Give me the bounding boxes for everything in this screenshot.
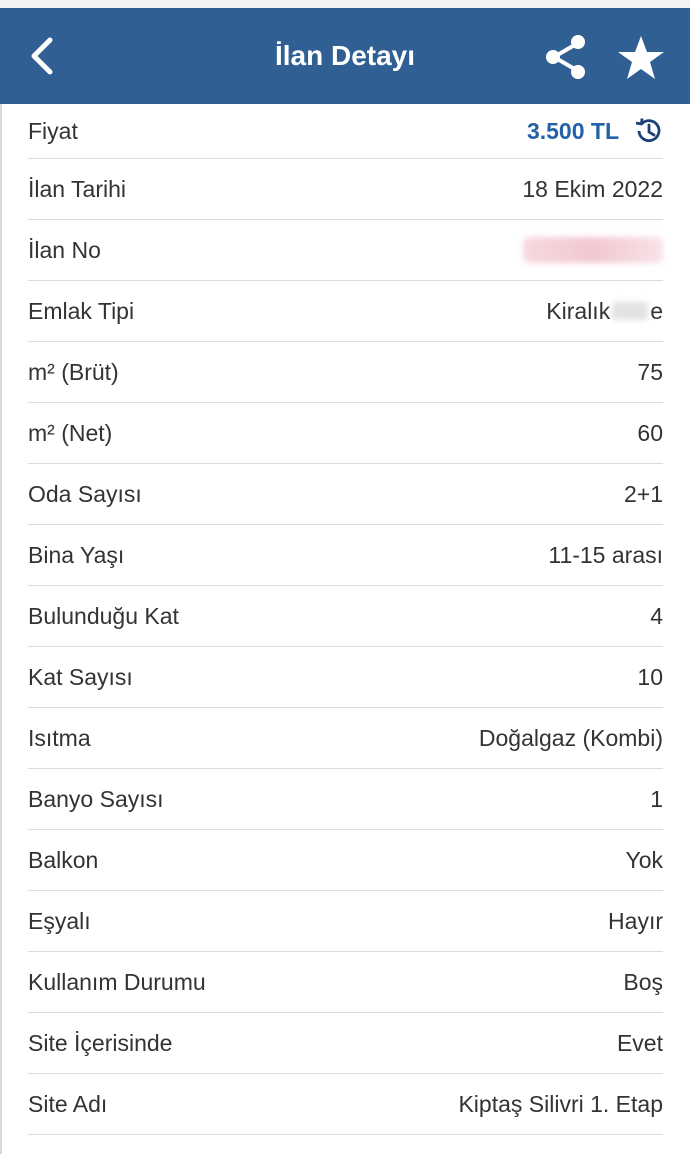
- detail-value: 2+1: [623, 480, 663, 507]
- share-icon: [546, 35, 585, 79]
- detail-row-building-age: Bina Yaşı 11-15 arası: [28, 525, 663, 586]
- detail-row-net-area: m² (Net) 60: [28, 403, 663, 464]
- detail-label: İlan No: [28, 236, 101, 263]
- detail-value: Doğalgaz (Kombi): [478, 724, 663, 751]
- detail-value: Kiralık e: [546, 281, 663, 341]
- detail-row-balcony: Balkon Yok: [28, 830, 663, 891]
- detail-label: Kat Sayısı: [28, 663, 133, 690]
- detail-row-room-count: Oda Sayısı 2+1: [28, 464, 663, 525]
- detail-label: Kullanım Durumu: [28, 968, 206, 995]
- detail-value: 1: [650, 785, 663, 812]
- detail-value: 75: [637, 358, 663, 385]
- status-strip: [0, 0, 690, 8]
- detail-value-prefix: Kiralık: [546, 297, 611, 324]
- detail-label: Eşyalı: [28, 907, 91, 934]
- detail-row-listing-no: İlan No: [28, 220, 663, 281]
- detail-value: 4: [650, 602, 663, 629]
- star-icon: [618, 36, 664, 79]
- listing-details-list: Fiyat 3.500 TL İlan Tarihi 18 Ekim 2022 …: [0, 104, 690, 1135]
- history-icon: [635, 118, 661, 143]
- detail-value: Kiptaş Silivri 1. Etap: [458, 1090, 663, 1117]
- price-value: 3.500 TL: [526, 117, 619, 144]
- detail-value: 11-15 arası: [548, 541, 663, 568]
- price-value-wrap: 3.500 TL: [527, 104, 663, 158]
- detail-label: Banyo Sayısı: [28, 785, 164, 812]
- detail-row-floor: Bulunduğu Kat 4: [28, 586, 663, 647]
- detail-label: Site İçerisinde: [28, 1029, 173, 1056]
- detail-label: Site Adı: [28, 1090, 108, 1117]
- detail-row-bathroom-count: Banyo Sayısı 1: [28, 769, 663, 830]
- detail-label: m² (Net): [28, 419, 113, 446]
- share-button[interactable]: [542, 32, 590, 82]
- detail-row-listing-date: İlan Tarihi 18 Ekim 2022: [28, 159, 663, 220]
- detail-value: Yok: [625, 846, 663, 873]
- detail-row-price: Fiyat 3.500 TL: [28, 104, 663, 159]
- detail-label: İlan Tarihi: [28, 175, 127, 202]
- detail-label: Bina Yaşı: [28, 541, 125, 568]
- detail-label: Fiyat: [28, 117, 78, 144]
- detail-value-redacted: [523, 220, 663, 280]
- detail-row-gross-area: m² (Brüt) 75: [28, 342, 663, 403]
- detail-value-suffix: e: [650, 297, 663, 324]
- redacted-blur: [523, 237, 663, 263]
- detail-row-in-complex: Site İçerisinde Evet: [28, 1013, 663, 1074]
- detail-label: Balkon: [28, 846, 99, 873]
- detail-label: Bulunduğu Kat: [28, 602, 179, 629]
- detail-row-floor-count: Kat Sayısı 10: [28, 647, 663, 708]
- detail-value: 10: [637, 663, 663, 690]
- detail-label: Oda Sayısı: [28, 480, 142, 507]
- detail-row-heating: Isıtma Doğalgaz (Kombi): [28, 708, 663, 769]
- detail-value: Evet: [616, 1029, 663, 1056]
- price-history-button[interactable]: [633, 116, 663, 146]
- detail-value: Boş: [623, 968, 663, 995]
- detail-value: 18 Ekim 2022: [522, 175, 663, 202]
- detail-label: Isıtma: [28, 724, 91, 751]
- detail-value: Hayır: [608, 907, 663, 934]
- redacted-blur: [612, 302, 649, 320]
- detail-value: 60: [637, 419, 663, 446]
- app-header: İlan Detayı: [0, 8, 690, 104]
- detail-label: m² (Brüt): [28, 358, 119, 385]
- detail-row-usage-status: Kullanım Durumu Boş: [28, 952, 663, 1013]
- detail-row-furnished: Eşyalı Hayır: [28, 891, 663, 952]
- detail-row-property-type: Emlak Tipi Kiralık e: [28, 281, 663, 342]
- favorite-button[interactable]: [616, 34, 666, 82]
- detail-row-complex-name: Site Adı Kiptaş Silivri 1. Etap: [28, 1074, 663, 1135]
- detail-label: Emlak Tipi: [28, 297, 135, 324]
